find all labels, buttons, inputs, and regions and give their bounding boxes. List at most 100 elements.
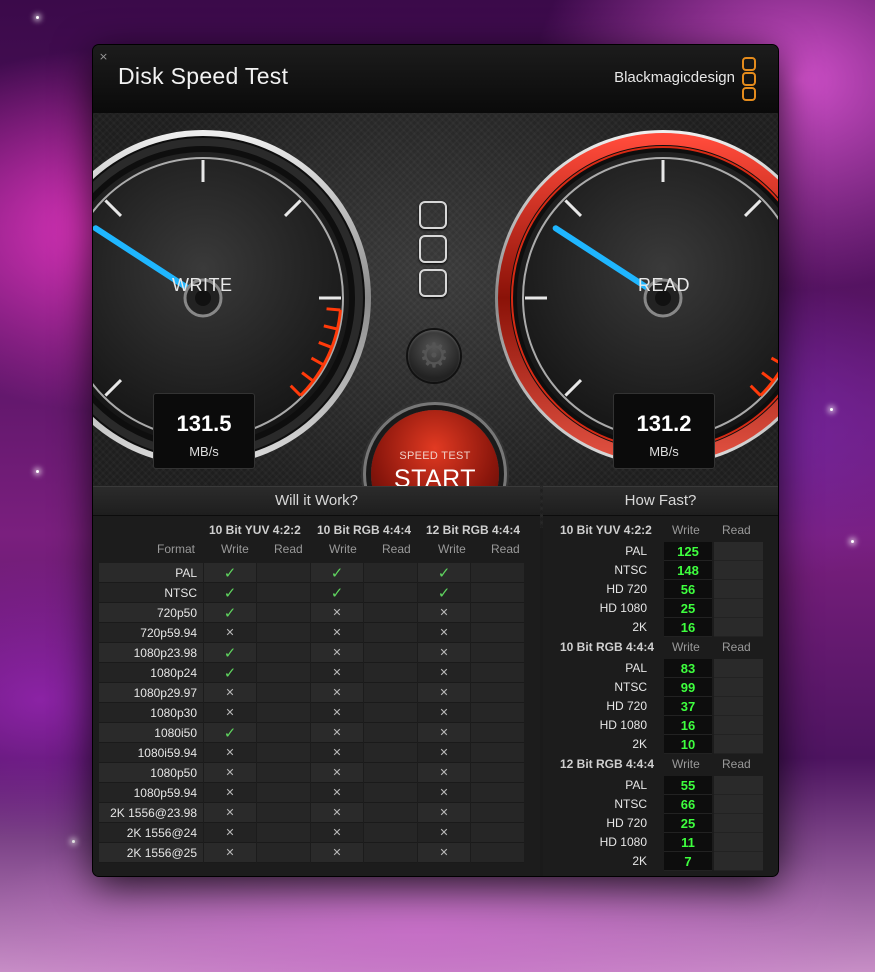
read-cell (257, 643, 310, 663)
format-label: 2K 1556@25 (126, 846, 197, 860)
write-speed-value: 66 (680, 797, 696, 812)
cross-icon: ✕ (332, 646, 342, 659)
speed-format-label: PAL (625, 544, 647, 558)
cross-icon: ✕ (439, 666, 449, 679)
speed-row: PAL 55 (543, 776, 778, 795)
format-label: 720p59.94 (140, 626, 197, 640)
gear-icon[interactable]: ⚙ (408, 330, 460, 382)
read-cell (257, 763, 310, 783)
format-row: 1080p50 ✕ ✕ ✕ (99, 763, 527, 783)
read-cell (364, 643, 417, 663)
blackmagic-logo-icon (742, 57, 756, 103)
speed-format-label: HD 1080 (599, 835, 647, 849)
cross-icon: ✕ (439, 786, 449, 799)
write-speed-value: 83 (680, 661, 696, 676)
speed-format-label: NTSC (614, 563, 647, 577)
read-column-header: Read (274, 542, 303, 556)
read-cell (471, 583, 524, 603)
format-label: 1080p23.98 (133, 646, 197, 660)
cross-icon: ✕ (225, 746, 235, 759)
read-cell (364, 803, 417, 823)
gauge-red-tick (326, 307, 341, 312)
check-icon: ✓ (223, 564, 237, 582)
cross-icon: ✕ (225, 806, 235, 819)
speed-format-label: HD 720 (606, 582, 647, 596)
write-speed-value: 148 (677, 563, 699, 578)
cross-icon: ✕ (439, 826, 449, 839)
write-gauge-label: WRITE (172, 275, 233, 295)
read-cell (714, 814, 763, 833)
cross-icon: ✕ (332, 846, 342, 859)
check-icon: ✓ (437, 584, 451, 602)
brand-name: Blackmagicdesign (614, 69, 735, 86)
format-label: 720p50 (156, 606, 197, 620)
speed-format-label: PAL (625, 661, 647, 675)
read-column-header: Read (382, 542, 411, 556)
format-label: 1080p50 (150, 766, 197, 780)
cross-icon: ✕ (225, 626, 235, 639)
format-group-header: 10 Bit RGB 4:4:4 (317, 523, 412, 537)
read-cell (257, 843, 310, 863)
speed-format-label: NTSC (614, 797, 647, 811)
speed-format-label: HD 720 (606, 816, 647, 830)
cross-icon: ✕ (439, 646, 449, 659)
write-speed-value: 56 (680, 582, 696, 597)
write-speed-value: 55 (680, 778, 696, 793)
read-cell (714, 697, 763, 716)
read-cell (364, 563, 417, 583)
write-speed-value: 11 (681, 835, 695, 850)
format-row: 1080p59.94 ✕ ✕ ✕ (99, 783, 527, 803)
cross-icon: ✕ (332, 626, 342, 639)
speed-row: 2K 16 (543, 618, 778, 637)
format-column-header: Format (157, 542, 196, 556)
cross-icon: ✕ (225, 686, 235, 699)
format-label: PAL (175, 566, 197, 580)
close-icon[interactable]: × (98, 51, 109, 62)
check-icon: ✓ (437, 564, 451, 582)
speed-row: HD 1080 25 (543, 599, 778, 618)
write-speed-value: 10 (680, 737, 696, 752)
speed-format-label: 2K (632, 737, 647, 751)
read-cell (471, 743, 524, 763)
check-icon: ✓ (330, 584, 344, 602)
read-cell (471, 563, 524, 583)
read-cell (364, 823, 417, 843)
speed-row: HD 1080 11 (543, 833, 778, 852)
format-label: 1080i59.94 (137, 746, 197, 760)
write-speed-value: 37 (680, 699, 696, 714)
format-label: 2K 1556@24 (126, 826, 197, 840)
format-table: PAL ✓ ✓ ✓ NTSC ✓ ✓ ✓ 720p50 ✓ ✕ ✕ 720p59.94 ✕ ✕ ✕ 1080p2… (99, 563, 527, 863)
read-cell (364, 723, 417, 743)
read-cell (471, 723, 524, 743)
format-label: 1080p30 (150, 706, 197, 720)
write-column-header: Write (329, 542, 357, 556)
read-speed-value: 131.2 (636, 411, 692, 436)
read-cell (257, 723, 310, 743)
speed-row: 2K 10 (543, 735, 778, 754)
write-speed-readout: 131.5 MB/s (153, 393, 255, 469)
format-row: 720p59.94 ✕ ✕ ✕ (99, 623, 527, 643)
read-cell (257, 703, 310, 723)
read-column-header: Read (722, 523, 751, 537)
read-cell (257, 623, 310, 643)
format-row: NTSC ✓ ✓ ✓ (99, 583, 527, 603)
write-speed-value: 25 (680, 816, 696, 831)
write-speed-value: 16 (680, 718, 696, 733)
check-icon: ✓ (223, 584, 237, 602)
format-row: 2K 1556@24 ✕ ✕ ✕ (99, 823, 527, 843)
speed-row: HD 1080 16 (543, 716, 778, 735)
cross-icon: ✕ (439, 806, 449, 819)
format-row: 2K 1556@25 ✕ ✕ ✕ (99, 843, 527, 863)
speed-section-header: 10 Bit RGB 4:4:4 (560, 640, 655, 654)
write-column-header: Write (672, 523, 700, 537)
cross-icon: ✕ (332, 786, 342, 799)
format-label: 1080i50 (154, 726, 197, 740)
cross-icon: ✕ (332, 606, 342, 619)
write-speed-value: 7 (684, 854, 692, 869)
cross-icon: ✕ (332, 666, 342, 679)
read-cell (257, 743, 310, 763)
read-cell (714, 735, 763, 754)
read-column-header: Read (491, 542, 520, 556)
format-label: 2K 1556@23.98 (110, 806, 197, 820)
speed-format-label: HD 720 (606, 699, 647, 713)
